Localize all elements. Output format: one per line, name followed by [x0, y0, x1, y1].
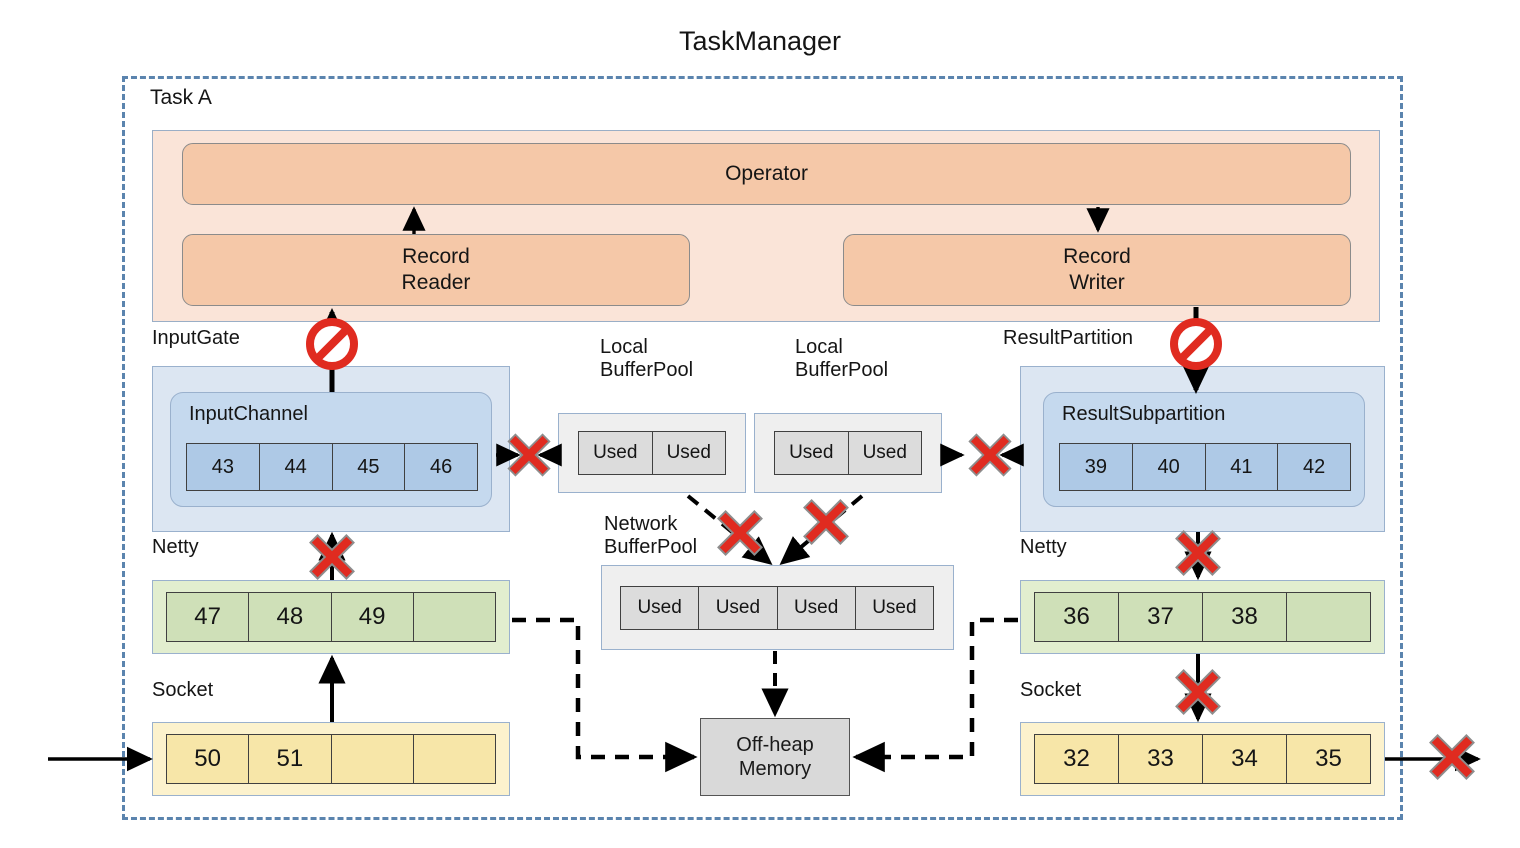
buffer-cell: 40 — [1132, 444, 1206, 490]
task-a-label: Task A — [150, 86, 212, 109]
netty-right-strip: 36 37 38 — [1034, 592, 1371, 642]
off-heap-memory-box: Off-heap Memory — [700, 718, 850, 796]
operator-box: Operator — [182, 143, 1351, 205]
buffer-cell: Used — [699, 587, 778, 629]
socket-left-label: Socket — [152, 679, 214, 701]
buffer-cell: 41 — [1205, 444, 1279, 490]
input-gate-label: InputGate — [152, 327, 240, 349]
buffer-cell: Used — [777, 587, 856, 629]
buffer-cell — [413, 735, 495, 783]
network-bufferpool-strip: Used Used Used Used — [620, 586, 934, 630]
result-partition-label: ResultPartition — [1003, 327, 1134, 349]
socket-left-strip: 50 51 — [166, 734, 496, 784]
buffer-cell — [331, 735, 414, 783]
local-bufferpool-right-label: Local BufferPool — [795, 336, 889, 381]
local-bufferpool-right-strip: Used Used — [774, 431, 922, 475]
buffer-cell: 33 — [1119, 735, 1203, 783]
input-channel-title: InputChannel — [189, 403, 308, 425]
buffer-cell: 32 — [1035, 735, 1119, 783]
buffer-cell: 43 — [187, 444, 260, 490]
buffer-cell: Used — [652, 432, 725, 474]
buffer-cell — [413, 593, 495, 641]
buffer-cell: 36 — [1035, 593, 1119, 641]
record-reader-box: Record Reader — [182, 234, 690, 306]
result-subpartition-title: ResultSubpartition — [1062, 403, 1226, 425]
buffer-cell: 37 — [1119, 593, 1203, 641]
socket-right-strip: 32 33 34 35 — [1034, 734, 1371, 784]
buffer-cell: 47 — [167, 593, 250, 641]
buffer-cell: 49 — [331, 593, 414, 641]
record-writer-box: Record Writer — [843, 234, 1351, 306]
buffer-cell — [1287, 593, 1370, 641]
socket-right-label: Socket — [1020, 679, 1082, 701]
buffer-cell: 39 — [1060, 444, 1133, 490]
netty-right-label: Netty — [1020, 536, 1067, 558]
buffer-cell: 44 — [259, 444, 333, 490]
buffer-cell: Used — [848, 432, 921, 474]
buffer-cell: 34 — [1203, 735, 1287, 783]
buffer-cell: 38 — [1203, 593, 1287, 641]
netty-left-label: Netty — [152, 536, 199, 558]
local-bufferpool-left-strip: Used Used — [578, 431, 726, 475]
buffer-cell: 35 — [1287, 735, 1370, 783]
buffer-cell: Used — [621, 587, 700, 629]
buffer-cell: 51 — [249, 735, 332, 783]
buffer-cell: 48 — [249, 593, 332, 641]
buffer-cell: Used — [855, 587, 933, 629]
buffer-cell: 50 — [167, 735, 250, 783]
buffer-cell: Used — [579, 432, 653, 474]
buffer-cell: Used — [775, 432, 849, 474]
buffer-cell: 46 — [405, 444, 477, 490]
network-bufferpool-label: Network BufferPool — [604, 513, 698, 558]
buffer-cell: 45 — [332, 444, 406, 490]
netty-left-strip: 47 48 49 — [166, 592, 496, 642]
local-bufferpool-left-label: Local BufferPool — [600, 336, 694, 381]
buffer-cell: 42 — [1278, 444, 1350, 490]
diagram-title: TaskManager — [678, 26, 842, 56]
input-channel-buffer-strip: 43 44 45 46 — [186, 443, 478, 491]
result-subpartition-buffer-strip: 39 40 41 42 — [1059, 443, 1351, 491]
